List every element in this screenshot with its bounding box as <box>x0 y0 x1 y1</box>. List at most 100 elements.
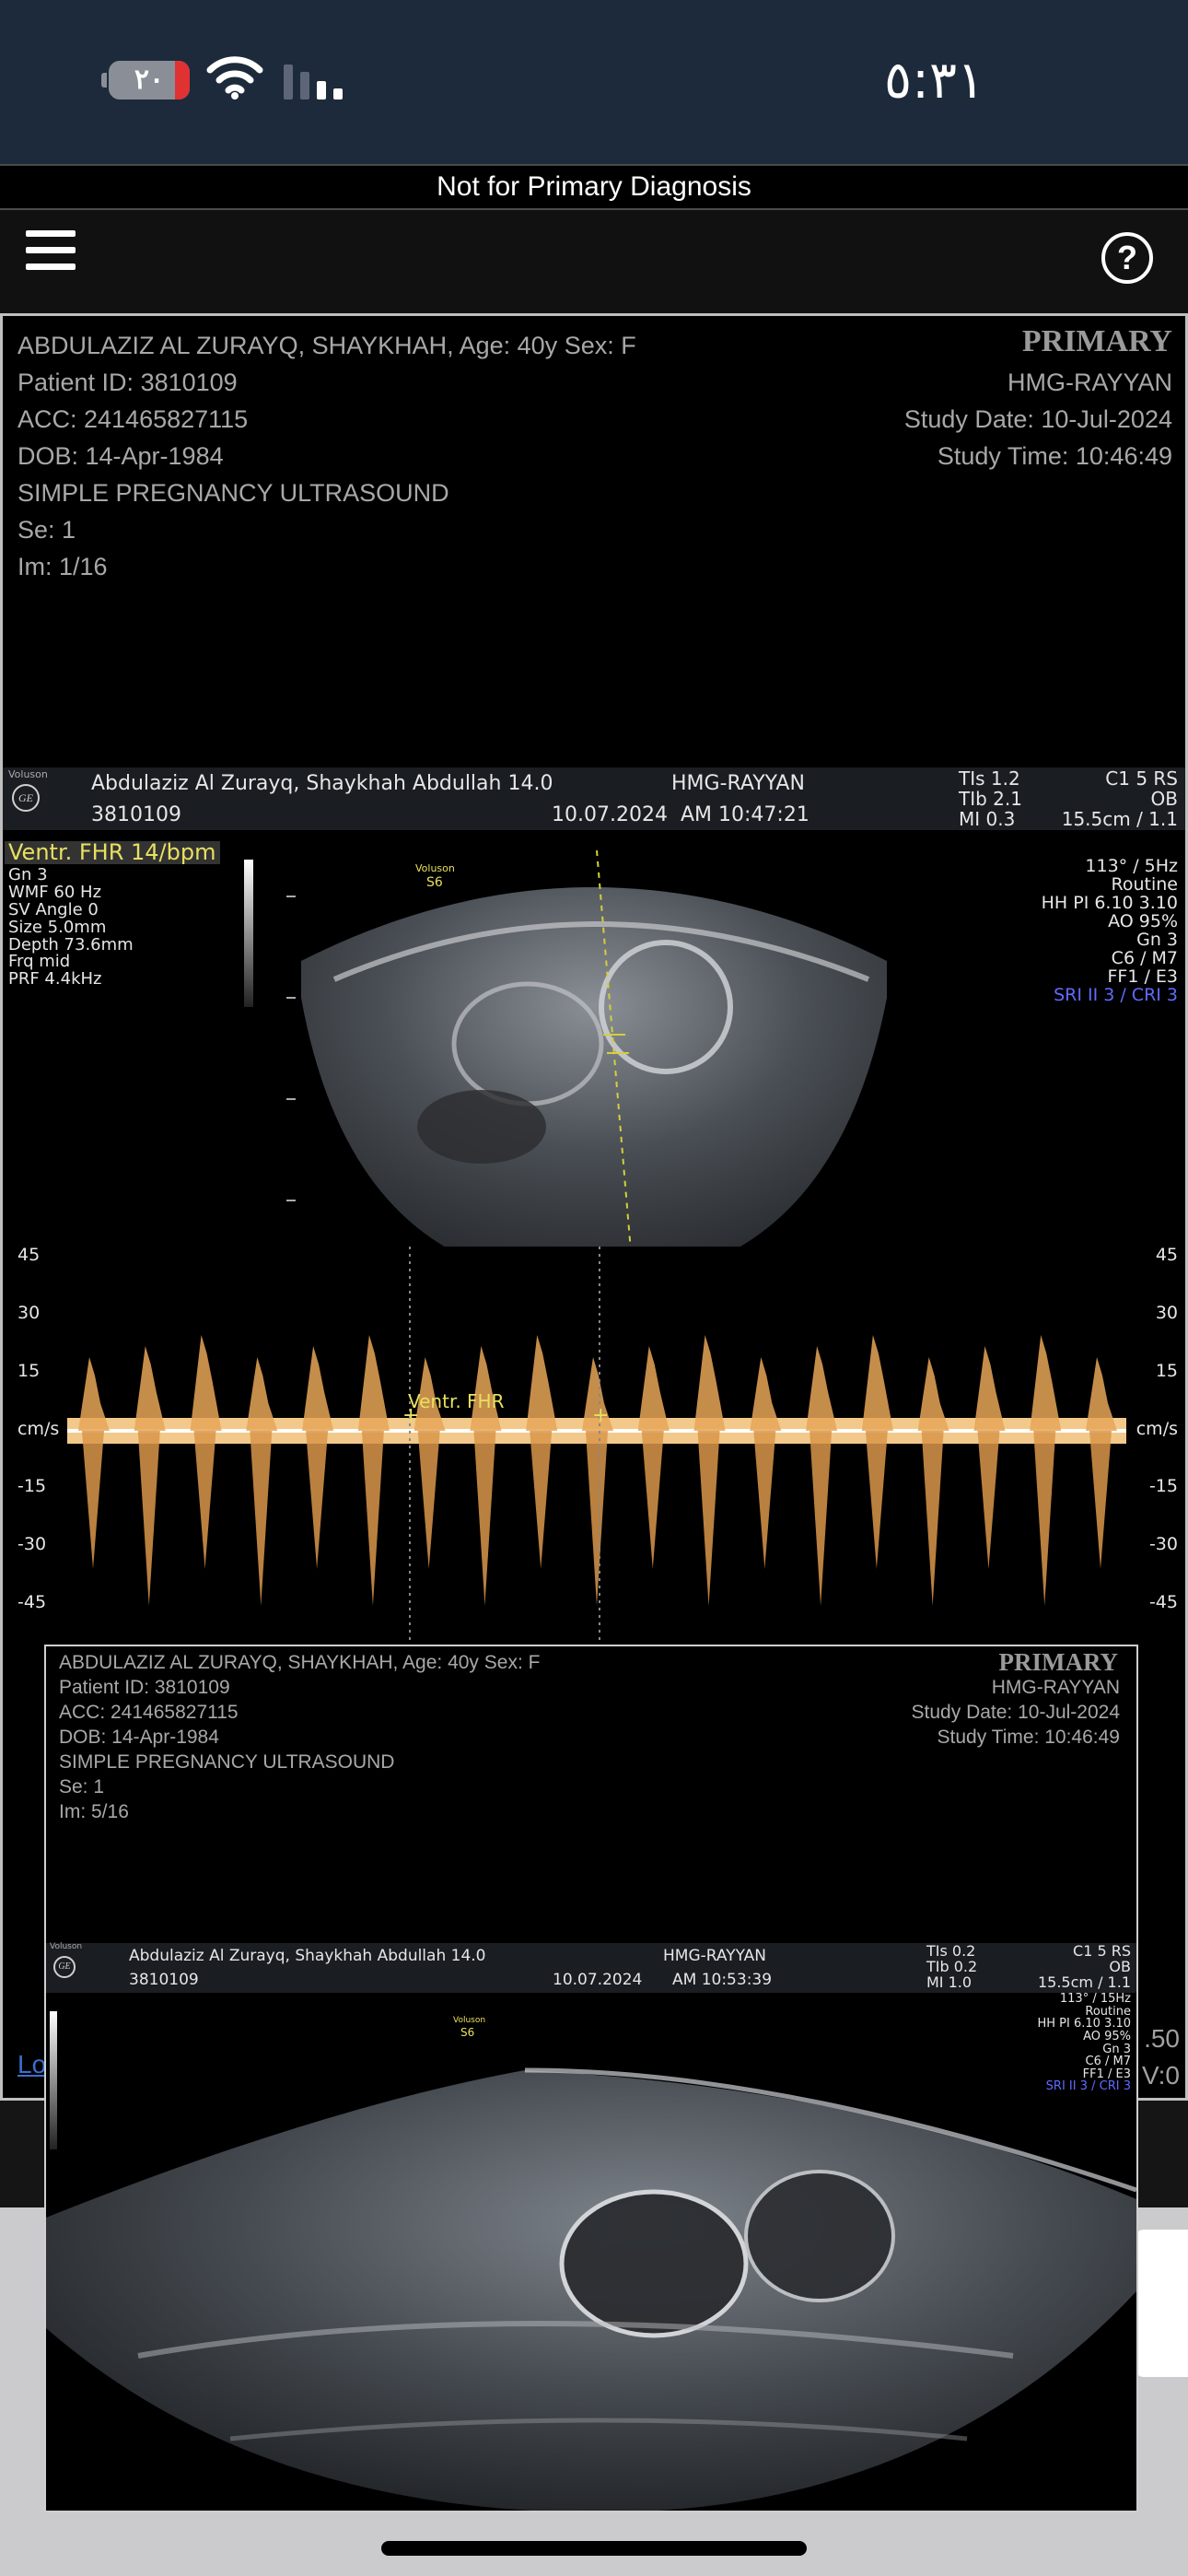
primary-label: PRIMARY <box>1021 324 1172 358</box>
accession-number: ACC: 241465827115 <box>17 405 249 433</box>
bmode-sector-image-2[interactable] <box>46 2052 1136 2512</box>
param-line: SV Angle 0 <box>8 899 99 919</box>
date-of-birth: DOB: 14-Apr-1984 <box>59 1727 219 1748</box>
study-date: Study Date: 10-Jul-2024 <box>903 405 1172 433</box>
param-line: Gn 3 <box>1136 929 1178 950</box>
window-value-top: .50 <box>1144 2024 1180 2053</box>
study-date: Study Date: 10-Jul-2024 <box>911 1702 1120 1723</box>
velocity-tick-label: -15 <box>1148 1476 1178 1497</box>
velocity-tick-label: cm/s <box>17 1418 60 1439</box>
wifi-icon <box>206 56 263 100</box>
param-line-highlight: SRI II 3 / CRI 3 <box>1054 984 1178 1005</box>
status-bar: ٢٠ ٥:٣١ <box>0 0 1188 164</box>
us-exam-date: 10.07.2024 <box>553 1971 643 1989</box>
volume-label: Voluson <box>415 862 455 874</box>
param-line: Routine <box>1111 873 1178 895</box>
velocity-tick-label: 45 <box>1155 1245 1178 1265</box>
us-tib: TIb 2.1 <box>959 788 1022 810</box>
study-description: SIMPLE PREGNANCY ULTRASOUND <box>59 1751 395 1773</box>
param-line: C6 / M7 <box>1111 947 1178 968</box>
patient-info: ABDULAZIZ AL ZURAYQ, SHAYKHAH, Age: 40y … <box>17 332 636 359</box>
institution-name: HMG-RAYYAN <box>1007 369 1172 396</box>
velocity-tick-label: -30 <box>1148 1534 1178 1555</box>
battery-tip <box>101 73 107 88</box>
velocity-tick-label: 15 <box>17 1360 41 1381</box>
left-parameter-list: Gn 3 WMF 60 Hz SV Angle 0 Size 5.0mm Depth 7… <box>8 866 134 989</box>
side-card[interactable] <box>1135 2230 1188 2377</box>
param-line: Routine <box>1085 2004 1131 2019</box>
image-index: Im: 5/16 <box>59 1801 129 1822</box>
velocity-scale-right: 45 30 15 cm/s -15 -30 -45 <box>1123 1237 1178 1643</box>
us-tis: TIs 1.2 <box>959 767 1020 790</box>
study-time: Study Time: 10:46:49 <box>937 1727 1120 1748</box>
battery-level: ٢٠ <box>134 64 165 95</box>
velocity-tick-label: -45 <box>17 1592 47 1613</box>
velocity-scale-left: 45 30 15 cm/s -15 -30 -45 <box>17 1237 73 1643</box>
us-depth: 15.5cm / 1.1 <box>1037 1973 1131 1991</box>
us-exam-time: AM 10:53:39 <box>672 1971 773 1989</box>
us-exam-date: 10.07.2024 <box>552 803 668 826</box>
param-line: WMF 60 Hz <box>8 882 102 902</box>
patient-info: ABDULAZIZ AL ZURAYQ, SHAYKHAH, Age: 40y … <box>59 1652 541 1673</box>
us-depth: 15.5cm / 1.1 <box>1061 808 1178 830</box>
param-line: AO 95% <box>1083 2029 1131 2043</box>
us-patient-name: Abdulaziz Al Zurayq, Shaykhah Abdullah 1… <box>91 772 553 795</box>
param-line: FF1 / E3 <box>1107 966 1178 987</box>
accession-number: ACC: 241465827115 <box>59 1702 239 1723</box>
volume-label: Voluson <box>453 2016 486 2025</box>
param-line: PRF 4.4kHz <box>8 969 102 989</box>
right-parameter-list: 113° / 5Hz Routine HH PI 6.10 3.10 AO 95% Gn… <box>1041 856 1178 1005</box>
status-time: ٥:٣١ <box>884 51 985 111</box>
velocity-tick-label: cm/s <box>1136 1418 1178 1439</box>
home-indicator[interactable] <box>381 2541 807 2556</box>
volume-sub-label: S6 <box>426 875 443 890</box>
param-line: Size 5.0mm <box>8 917 107 937</box>
velocity-tick-label: 45 <box>17 1245 41 1265</box>
load-link[interactable]: Lo <box>17 2050 46 2079</box>
doppler-caliper-mark: + <box>592 1404 609 1427</box>
series-number: Se: 1 <box>59 1776 105 1797</box>
institution-name: HMG-RAYYAN <box>991 1677 1120 1698</box>
velocity-tick-label: 30 <box>17 1302 41 1323</box>
voluson-brand: Voluson <box>50 1942 83 1951</box>
velocity-tick-label: 15 <box>1155 1360 1178 1381</box>
battery-icon: ٢٠ <box>109 61 190 100</box>
help-icon[interactable]: ? <box>1101 232 1153 284</box>
ge-logo: GE <box>53 1956 76 1978</box>
us-probe: C1 5 RS <box>1105 767 1178 790</box>
second-image-panel[interactable]: ABDULAZIZ AL ZURAYQ, SHAYKHAH, Age: 40y … <box>44 1645 1138 2512</box>
image-index: Im: 1/16 <box>17 553 108 580</box>
patient-id: Patient ID: 3810109 <box>17 369 238 396</box>
us-mi: MI 1.0 <box>926 1973 973 1991</box>
voluson-brand: Voluson <box>8 768 48 780</box>
study-time: Study Time: 10:46:49 <box>937 442 1172 470</box>
series-number: Se: 1 <box>17 516 76 544</box>
fhr-measurement-label: Ventr. FHR 14/bpm <box>5 840 220 865</box>
us-hospital: HMG-RAYYAN <box>663 1947 766 1965</box>
doppler-marker-label: Ventr. FHR <box>408 1390 505 1412</box>
hamburger-menu-icon[interactable] <box>26 230 77 276</box>
primary-label: PRIMARY <box>998 1648 1118 1676</box>
ge-logo: GE <box>12 784 40 812</box>
velocity-tick-label: -45 <box>1148 1592 1178 1613</box>
param-line: 113° / 5Hz <box>1085 856 1178 876</box>
ultrasound-header: Voluson GE Abdulaziz Al Zurayq, Shaykhah… <box>46 1942 1136 1993</box>
study-description: SIMPLE PREGNANCY ULTRASOUND <box>17 479 449 507</box>
cellular-signal-icon <box>284 64 343 100</box>
param-line: HH PI 6.10 3.10 <box>1037 2017 1131 2032</box>
viewer-toolbar <box>0 210 1188 313</box>
grayscale-bar <box>244 860 253 1007</box>
us-mode: OB <box>1150 788 1178 810</box>
date-of-birth: DOB: 14-Apr-1984 <box>17 442 224 470</box>
param-line: HH PI 6.10 3.10 <box>1041 892 1178 913</box>
us-patient-id: 3810109 <box>91 803 181 826</box>
us-hospital: HMG-RAYYAN <box>671 772 805 795</box>
us-exam-time: AM 10:47:21 <box>681 803 809 826</box>
us-patient-id: 3810109 <box>129 1971 199 1989</box>
patient-id: Patient ID: 3810109 <box>59 1677 230 1698</box>
window-value-bottom: V:0 <box>1142 2061 1180 2090</box>
ultrasound-header: Voluson GE Abdulaziz Al Zurayq, Shaykhah… <box>3 767 1185 830</box>
param-line: 113° / 15Hz <box>1059 1992 1131 2006</box>
us-mi: MI 0.3 <box>959 808 1016 830</box>
doppler-spectrum[interactable]: + + <box>67 1247 1126 1643</box>
